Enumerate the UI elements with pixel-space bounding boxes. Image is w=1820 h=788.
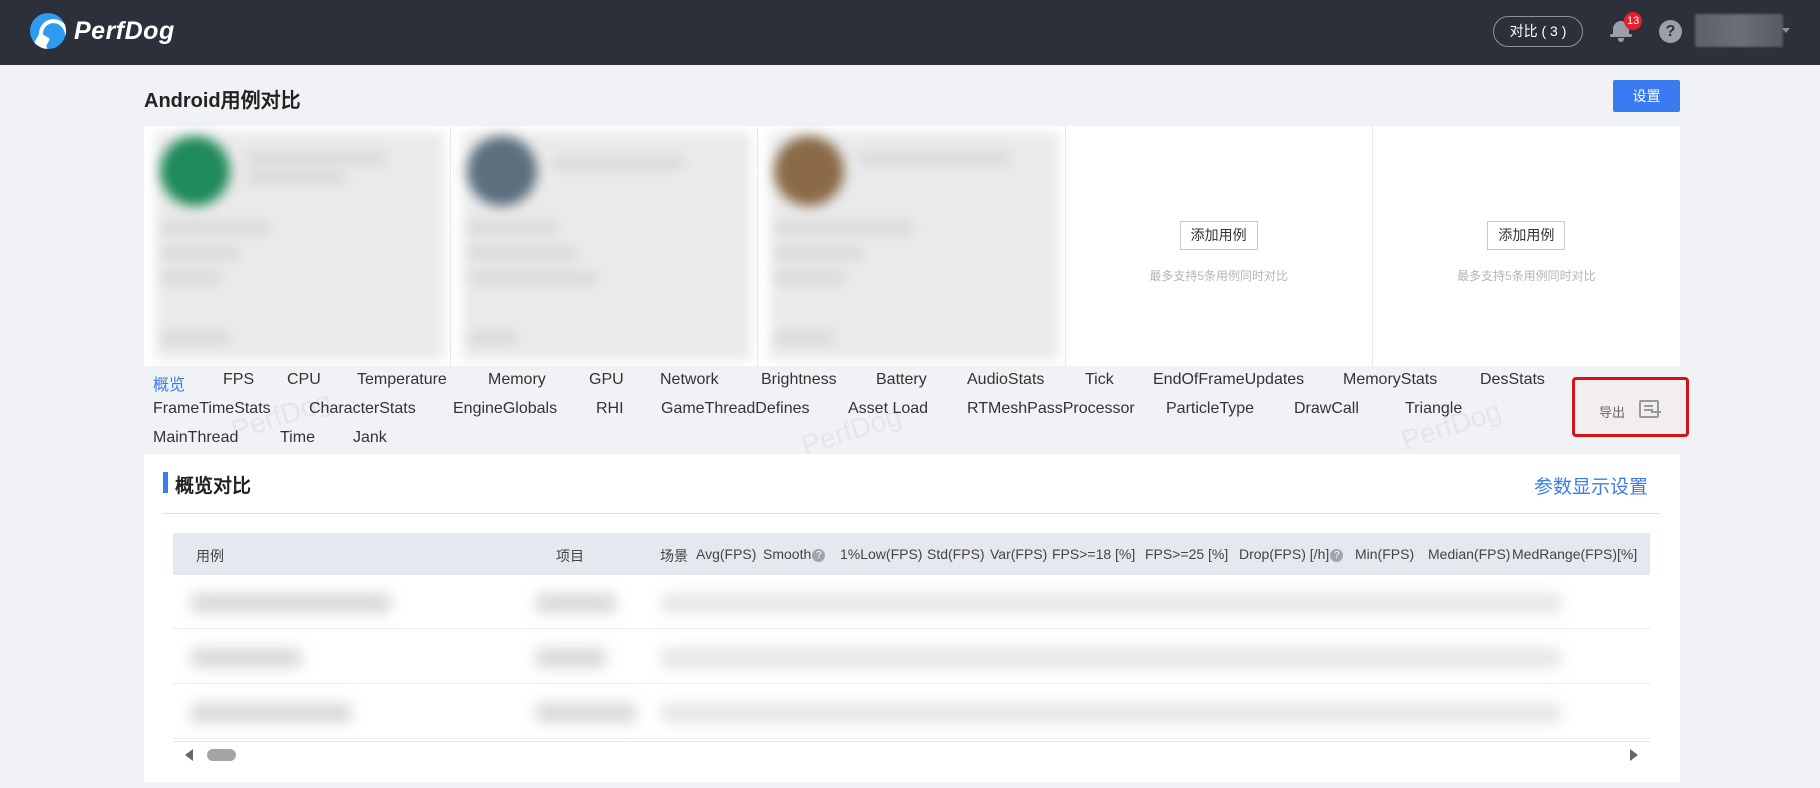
column-header: 项目 [556, 548, 584, 564]
parameter-display-settings-link[interactable]: 参数显示设置 [1534, 472, 1648, 499]
case-card-3[interactable] [758, 126, 1066, 366]
scroll-left-arrow-icon[interactable] [185, 749, 193, 761]
export-icon [1639, 400, 1661, 418]
perfdog-logo-icon [30, 13, 66, 49]
tab-triangle[interactable]: Triangle [1405, 400, 1462, 418]
column-header: Median(FPS) [1428, 546, 1511, 562]
tab-tick[interactable]: Tick [1085, 371, 1114, 389]
metric-tabs: 概览 FPS CPU Temperature Memory GPU Networ… [144, 366, 1680, 454]
column-header: FPS>=18 [%] [1052, 546, 1136, 562]
title-accent-bar [163, 472, 168, 493]
case-cards: 添加用例 最多支持5条用例同时对比 添加用例 最多支持5条用例同时对比 [144, 126, 1680, 366]
tab-memorystats[interactable]: MemoryStats [1343, 371, 1437, 389]
notification-badge: 13 [1624, 12, 1643, 30]
help-icon[interactable]: ? [1659, 20, 1682, 43]
add-case-hint: 最多支持5条用例同时对比 [1149, 269, 1288, 283]
export-label: 导出 [1599, 405, 1626, 420]
tab-endofframeupdates[interactable]: EndOfFrameUpdates [1153, 371, 1304, 389]
tab-asset-load[interactable]: Asset Load [848, 400, 928, 418]
tab-drawcall[interactable]: DrawCall [1294, 400, 1359, 418]
tab-fps[interactable]: FPS [223, 371, 254, 389]
column-header: MedRange(FPS)[%] [1512, 546, 1638, 562]
tab-engineglobals[interactable]: EngineGlobals [453, 400, 557, 418]
horizontal-scrollbar[interactable] [173, 741, 1650, 763]
add-case-hint: 最多支持5条用例同时对比 [1457, 269, 1596, 283]
page-title: Android用例对比 [144, 90, 301, 112]
column-header: 1%Low(FPS) [840, 546, 923, 562]
table-header: 用例 项目 场景 Avg(FPS) Smooth? 1%Low(FPS) Std… [173, 533, 1650, 575]
panel-title: 概览对比 [175, 476, 252, 497]
column-header: Avg(FPS) [696, 546, 757, 562]
column-header: 场景 [660, 548, 688, 564]
empty-case-slot-4: 添加用例 最多支持5条用例同时对比 [1066, 126, 1373, 366]
divider [163, 513, 1660, 514]
tab-mainthread[interactable]: MainThread [153, 429, 238, 447]
tab-memory[interactable]: Memory [488, 371, 546, 389]
tab-characterstats[interactable]: CharacterStats [309, 400, 416, 418]
scroll-right-arrow-icon[interactable] [1630, 749, 1638, 761]
empty-case-slot-5: 添加用例 最多支持5条用例同时对比 [1373, 126, 1680, 366]
table-row [173, 575, 1650, 629]
overview-table: 用例 项目 场景 Avg(FPS) Smooth? 1%Low(FPS) Std… [173, 533, 1650, 753]
export-button[interactable]: 导出 [1572, 377, 1689, 437]
tab-temperature[interactable]: Temperature [357, 371, 447, 389]
logo-text: PerfDog [74, 16, 175, 45]
column-header: Std(FPS) [927, 546, 985, 562]
tab-brightness[interactable]: Brightness [761, 371, 837, 389]
scroll-thumb[interactable] [207, 749, 236, 761]
case-thumbnail [467, 136, 538, 206]
chevron-down-icon[interactable] [1782, 28, 1790, 33]
table-row [173, 685, 1650, 739]
column-header: Var(FPS) [990, 546, 1048, 562]
case-card-1[interactable] [144, 126, 452, 366]
perfdog-logo[interactable]: PerfDog [30, 13, 175, 49]
add-case-button[interactable]: 添加用例 [1179, 221, 1258, 250]
tab-frametimestats[interactable]: FrameTimeStats [153, 400, 271, 418]
case-thumbnail [160, 136, 230, 206]
add-case-button[interactable]: 添加用例 [1487, 221, 1566, 250]
tab-desstats[interactable]: DesStats [1480, 371, 1545, 389]
column-header-smooth: Smooth? [763, 546, 826, 562]
top-navigation-bar: PerfDog 对比 ( 3 ) 13 ? [0, 0, 1820, 65]
compare-button[interactable]: 对比 ( 3 ) [1493, 16, 1583, 47]
tab-time[interactable]: Time [280, 429, 315, 447]
tab-cpu[interactable]: CPU [287, 371, 321, 389]
help-icon[interactable]: ? [812, 549, 826, 562]
tab-overview[interactable]: 概览 [153, 371, 185, 395]
overview-panel: 概览对比 参数显示设置 用例 项目 场景 Avg(FPS) Smooth? 1%… [144, 454, 1680, 782]
settings-button[interactable]: 设置 [1613, 80, 1680, 112]
tab-gamethreaddefines[interactable]: GameThreadDefines [661, 400, 810, 418]
tab-network[interactable]: Network [660, 371, 719, 389]
column-header: Min(FPS) [1355, 546, 1415, 562]
help-icon[interactable]: ? [1330, 549, 1344, 562]
tab-gpu[interactable]: GPU [589, 371, 624, 389]
column-header-drop: Drop(FPS) [/h]? [1239, 546, 1344, 562]
column-header: FPS>=25 [%] [1145, 546, 1229, 562]
tab-rtmeshpassprocessor[interactable]: RTMeshPassProcessor [967, 400, 1135, 418]
tab-audiostats[interactable]: AudioStats [967, 371, 1044, 389]
case-thumbnail [774, 136, 845, 206]
table-row [173, 630, 1650, 684]
case-card-2[interactable] [451, 126, 759, 366]
tab-rhi[interactable]: RHI [596, 400, 624, 418]
tab-battery[interactable]: Battery [876, 371, 927, 389]
column-header: 用例 [196, 548, 224, 564]
tab-particletype[interactable]: ParticleType [1166, 400, 1254, 418]
tab-jank[interactable]: Jank [353, 429, 387, 447]
user-avatar[interactable] [1695, 14, 1783, 47]
